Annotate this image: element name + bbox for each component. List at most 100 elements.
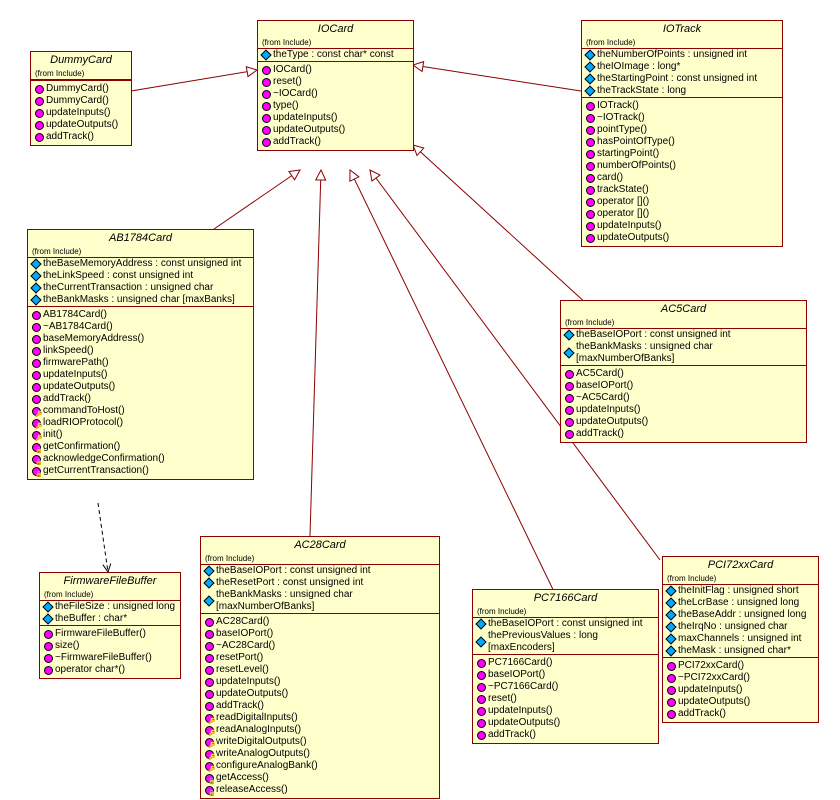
- class-ab1784card[interactable]: AB1784Card (from Include) theBaseMemoryA…: [27, 229, 254, 480]
- method: operator [](): [582, 208, 782, 220]
- class-pci72xxcard[interactable]: PCI72xxCard (from Include) theInitFlag :…: [662, 556, 819, 723]
- method: writeDigitalOutputs(): [201, 736, 439, 748]
- attr: theCurrentTransaction : unsigned char: [28, 282, 253, 294]
- method: hasPointOfType(): [582, 136, 782, 148]
- method: updateOutputs(): [201, 688, 439, 700]
- class-iocard[interactable]: IOCard (from Include) theType : const ch…: [257, 20, 414, 151]
- method: updateInputs(): [28, 369, 253, 381]
- method: startingPoint(): [582, 148, 782, 160]
- class-title: PCI72xxCard: [663, 557, 818, 573]
- method: updateInputs(): [582, 220, 782, 232]
- method: addTrack(): [201, 700, 439, 712]
- class-ac28card[interactable]: AC28Card (from Include) theBaseIOPort : …: [200, 536, 440, 799]
- class-from: (from Include): [258, 37, 413, 49]
- method: updateInputs(): [473, 705, 658, 717]
- method: AC28Card(): [201, 616, 439, 628]
- attr: theTrackState : long: [582, 85, 782, 97]
- method: pointType(): [582, 124, 782, 136]
- class-from: (from Include): [561, 317, 806, 329]
- method: IOTrack(): [582, 100, 782, 112]
- attr: theIOImage : long*: [582, 61, 782, 73]
- method: ~IOTrack(): [582, 112, 782, 124]
- method: init(): [28, 429, 253, 441]
- class-pc7166card[interactable]: PC7166Card (from Include) theBaseIOPort …: [472, 589, 659, 744]
- method: addTrack(): [28, 393, 253, 405]
- attr: theStartingPoint : const unsigned int: [582, 73, 782, 85]
- method: resetLevel(): [201, 664, 439, 676]
- attr: maxChannels : unsigned int: [663, 633, 818, 645]
- class-dummycard[interactable]: DummyCard (from Include) DummyCard() Dum…: [30, 51, 132, 146]
- method: ~PC7166Card(): [473, 681, 658, 693]
- class-ac5card[interactable]: AC5Card (from Include) theBaseIOPort : c…: [560, 300, 807, 443]
- method: updateOutputs(): [473, 717, 658, 729]
- method: readDigitalInputs(): [201, 712, 439, 724]
- method: DummyCard(): [31, 83, 131, 95]
- class-from: (from Include): [663, 573, 818, 585]
- class-from: (from Include): [201, 553, 439, 565]
- method: PCI72xxCard(): [663, 660, 818, 672]
- method: trackState(): [582, 184, 782, 196]
- method: AC5Card(): [561, 368, 806, 380]
- class-iotrack[interactable]: IOTrack (from Include) theNumberOfPoints…: [581, 20, 783, 247]
- attr: theMask : unsigned char*: [663, 645, 818, 657]
- method: ~AC5Card(): [561, 392, 806, 404]
- method: ~PCI72xxCard(): [663, 672, 818, 684]
- method: addTrack(): [31, 131, 131, 143]
- method: ~AC28Card(): [201, 640, 439, 652]
- class-from: (from Include): [473, 606, 658, 618]
- class-from: (from Include): [582, 37, 782, 49]
- class-title: FirmwareFileBuffer: [40, 573, 180, 589]
- attr: theBaseIOPort : const unsigned int: [473, 618, 658, 630]
- method: readAnalogInputs(): [201, 724, 439, 736]
- attr: theInitFlag : unsigned short: [663, 585, 818, 597]
- method: updateOutputs(): [31, 119, 131, 131]
- attr: theBuffer : char*: [40, 613, 180, 625]
- method: updateOutputs(): [663, 696, 818, 708]
- method: DummyCard(): [31, 95, 131, 107]
- method: FirmwareFileBuffer(): [40, 628, 180, 640]
- method: baseIOPort(): [561, 380, 806, 392]
- class-title: IOCard: [258, 21, 413, 37]
- method: updateOutputs(): [582, 232, 782, 244]
- method: updateInputs(): [258, 112, 413, 124]
- method: ~AB1784Card(): [28, 321, 253, 333]
- method: resetPort(): [201, 652, 439, 664]
- class-title: AC5Card: [561, 301, 806, 317]
- method: getCurrentTransaction(): [28, 465, 253, 477]
- method: updateOutputs(): [258, 124, 413, 136]
- class-title: PC7166Card: [473, 590, 658, 606]
- attr: theBankMasks : unsigned char [maxBanks]: [28, 294, 253, 306]
- attr: theBankMasks : unsigned char [maxNumberO…: [201, 589, 439, 613]
- attr: thePreviousValues : long [maxEncoders]: [473, 630, 658, 654]
- method: ~IOCard(): [258, 88, 413, 100]
- attr: theLcrBase : unsigned long: [663, 597, 818, 609]
- method: baseIOPort(): [201, 628, 439, 640]
- method: acknowledgeConfirmation(): [28, 453, 253, 465]
- method: addTrack(): [663, 708, 818, 720]
- method: updateInputs(): [663, 684, 818, 696]
- method: writeAnalogOutputs(): [201, 748, 439, 760]
- method: updateOutputs(): [28, 381, 253, 393]
- method: numberOfPoints(): [582, 160, 782, 172]
- method: releaseAccess(): [201, 784, 439, 796]
- method: updateInputs(): [561, 404, 806, 416]
- class-title: AB1784Card: [28, 230, 253, 246]
- class-title: AC28Card: [201, 537, 439, 553]
- method: commandToHost(): [28, 405, 253, 417]
- attr: theBaseAddr : unsigned long: [663, 609, 818, 621]
- method: reset(): [473, 693, 658, 705]
- method: reset(): [258, 76, 413, 88]
- method: firmwarePath(): [28, 357, 253, 369]
- attr: theLinkSpeed : const unsigned int: [28, 270, 253, 282]
- class-from: (from Include): [28, 246, 253, 258]
- attr: theBankMasks : unsigned char [maxNumberO…: [561, 341, 806, 365]
- class-firmwarefilebuffer[interactable]: FirmwareFileBuffer (from Include) theFil…: [39, 572, 181, 679]
- method: loadRIOProtocol(): [28, 417, 253, 429]
- attr: theFileSize : unsigned long: [40, 601, 180, 613]
- method: addTrack(): [473, 729, 658, 741]
- method: updateOutputs(): [561, 416, 806, 428]
- method: type(): [258, 100, 413, 112]
- attr: theBaseIOPort : const unsigned int: [561, 329, 806, 341]
- method: addTrack(): [561, 428, 806, 440]
- method: linkSpeed(): [28, 345, 253, 357]
